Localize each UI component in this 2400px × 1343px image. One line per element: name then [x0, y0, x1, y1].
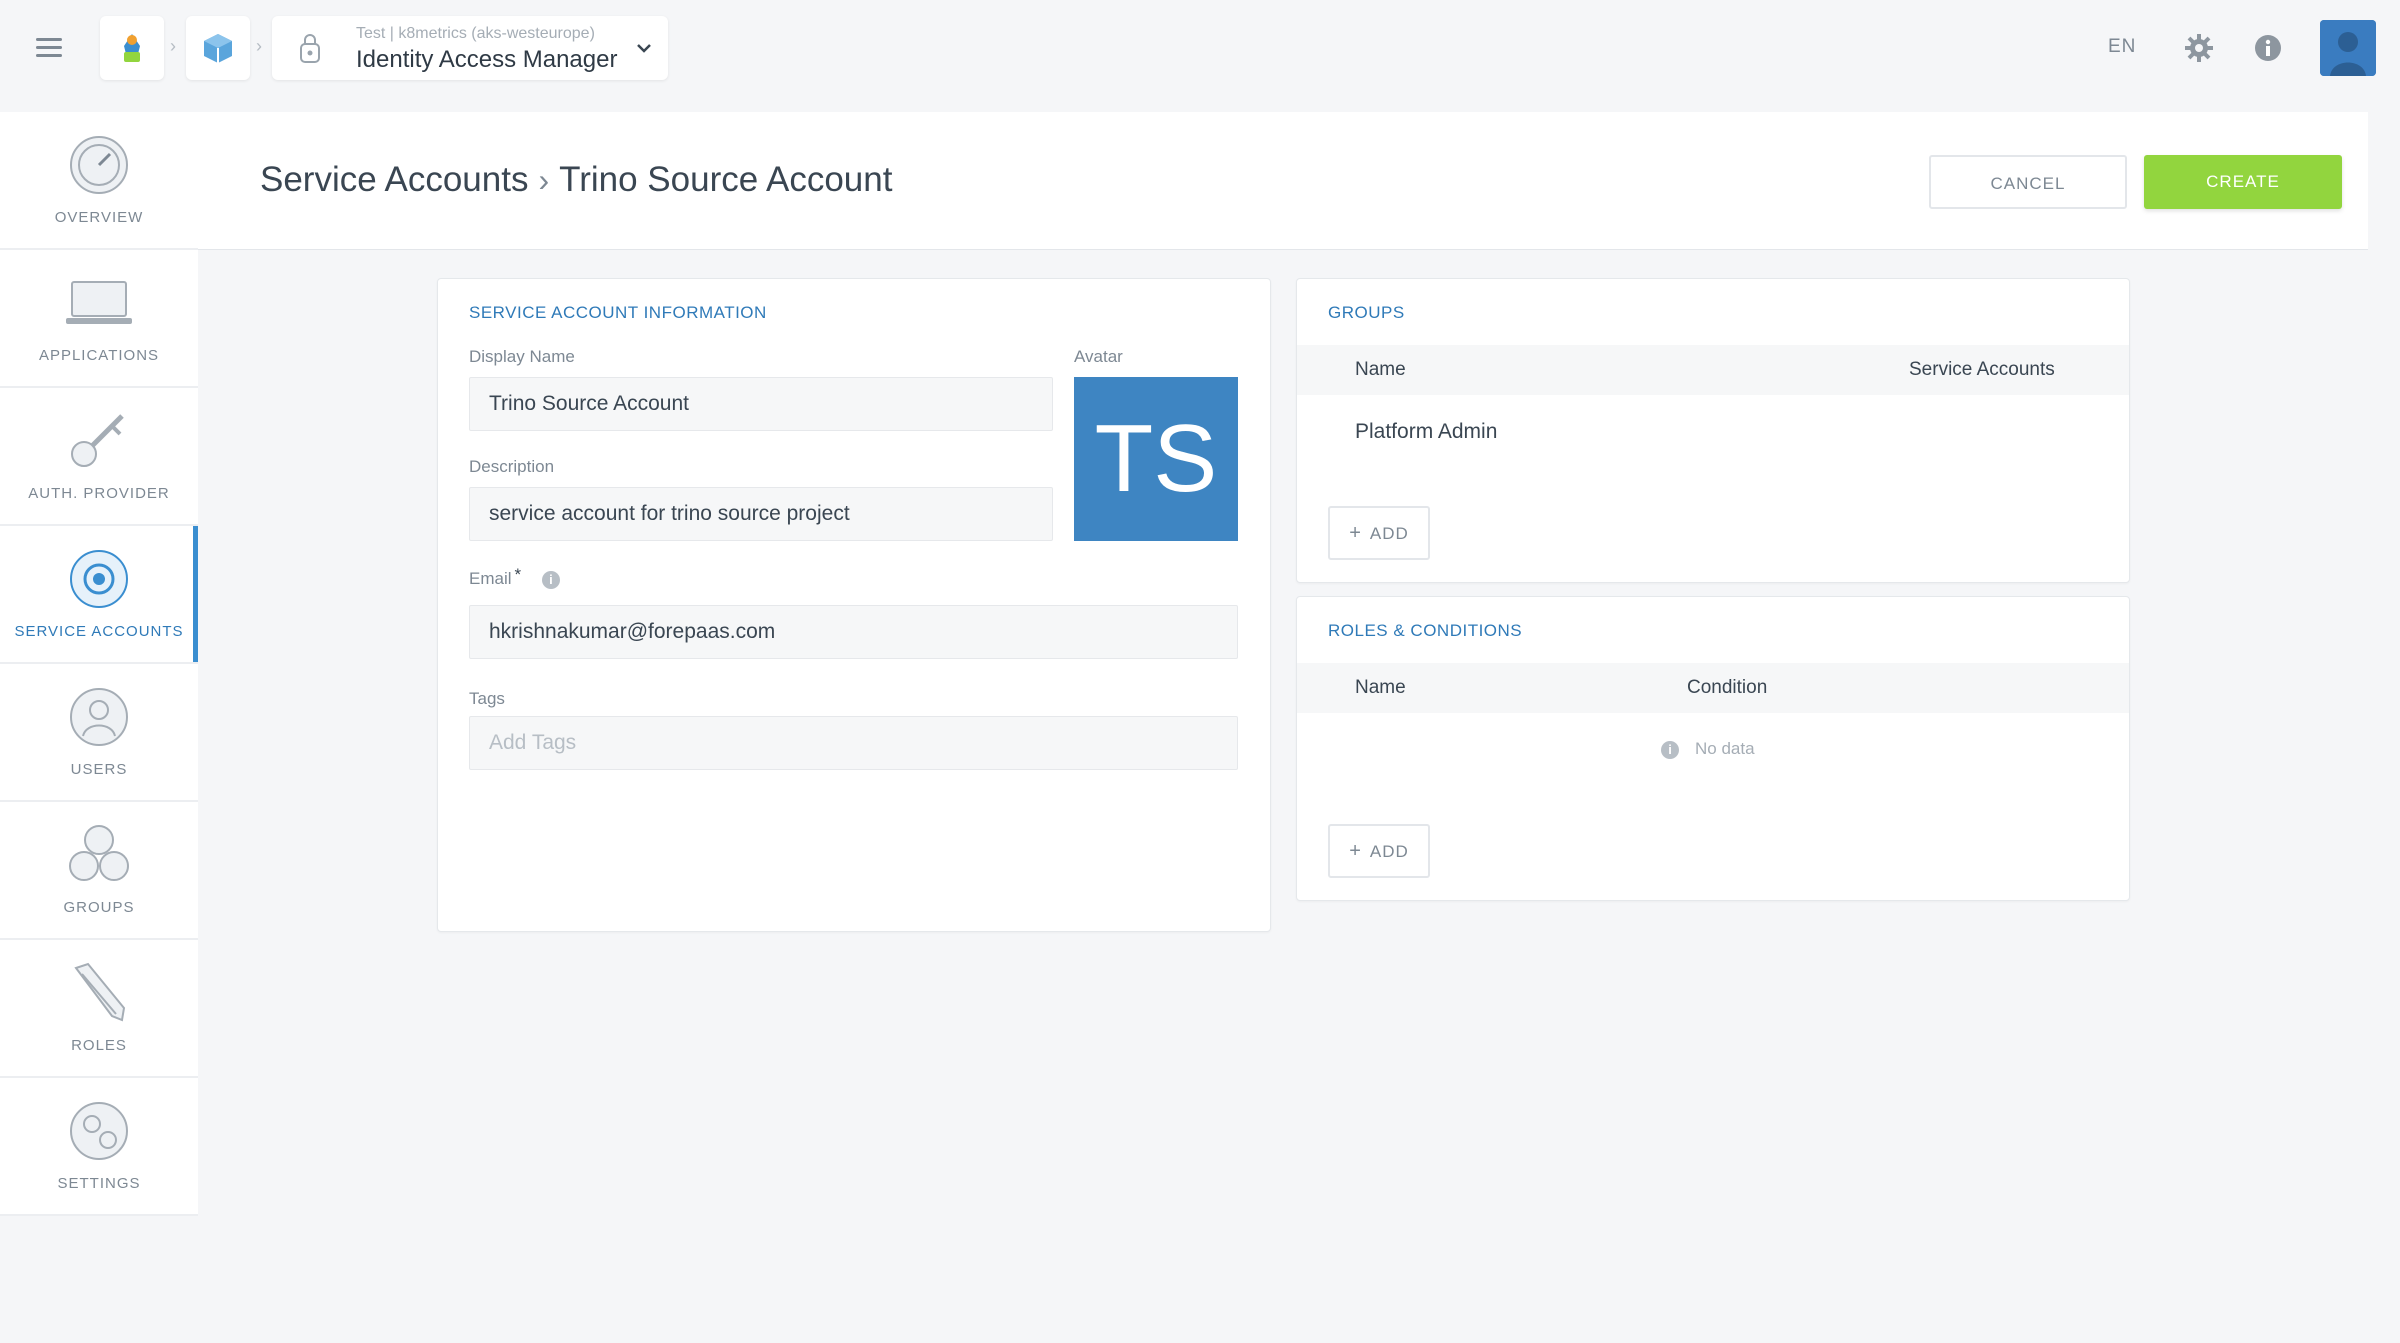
required-marker: * — [514, 565, 522, 584]
add-label: ADD — [1369, 524, 1409, 543]
service-accounts-icon — [70, 550, 128, 608]
groups-card: GROUPS Name Service Accounts Platform Ad… — [1296, 278, 2130, 583]
main-panel: Service Accounts › Trino Source Account CA… — [198, 112, 2368, 1343]
avatar-preview[interactable]: TS — [1074, 377, 1238, 541]
app-title: Identity Access Manager — [356, 46, 618, 73]
groups-table-header: Name Service Accounts — [1297, 345, 2129, 395]
display-name-label: Display Name — [469, 347, 575, 366]
breadcrumb: Service Accounts › Trino Source Account — [260, 160, 892, 200]
settings-icon — [70, 1102, 128, 1160]
gear-icon[interactable] — [2183, 32, 2215, 64]
tags-label: Tags — [469, 689, 505, 708]
chevron-right-icon: › — [256, 36, 262, 56]
sidebar-item-label: OVERVIEW — [54, 209, 144, 226]
plus-icon: + — [1349, 840, 1362, 862]
empty-state-text: No data — [1695, 739, 1755, 758]
avatar-label: Avatar — [1074, 347, 1123, 366]
app-selector[interactable]: Test | k8metrics (aks-westeurope) Identi… — [272, 16, 668, 80]
cancel-button[interactable]: CANCEL — [1929, 155, 2127, 209]
create-button[interactable]: CREATE — [2144, 155, 2342, 209]
card-title: ROLES & CONDITIONS — [1328, 621, 1523, 640]
sidebar-item-label: APPLICATIONS — [38, 347, 160, 364]
breadcrumb-parent-link[interactable]: Service Accounts — [260, 160, 528, 199]
cube-icon — [204, 34, 232, 63]
add-role-button[interactable]: + ADD — [1328, 824, 1430, 878]
email-label-row: Email * i — [469, 565, 560, 589]
page-title: Trino Source Account — [559, 160, 893, 199]
sidebar-item-settings[interactable]: SETTINGS — [0, 1078, 198, 1216]
info-icon: i — [1661, 740, 1679, 759]
project-button[interactable] — [186, 16, 250, 80]
sidebar-item-roles[interactable]: ROLES — [0, 940, 198, 1078]
add-label: ADD — [1369, 842, 1409, 861]
sidebar-item-service-accounts[interactable]: SERVICE ACCOUNTS — [0, 526, 198, 664]
chevron-down-icon[interactable] — [634, 38, 654, 58]
sidebar: OVERVIEW APPLICATIONS AUTH. PROVIDER SER… — [0, 112, 198, 1216]
overview-icon — [70, 136, 128, 194]
user-avatar[interactable] — [2320, 20, 2376, 76]
app-subtitle: Test | k8metrics (aks-westeurope) — [356, 25, 595, 42]
roles-conditions-card: ROLES & CONDITIONS Name Condition i No da… — [1296, 596, 2130, 901]
groups-icon — [69, 825, 129, 881]
sidebar-item-users[interactable]: USERS — [0, 664, 198, 802]
display-name-field[interactable]: Trino Source Account — [469, 377, 1053, 431]
email-field[interactable]: hkrishnakumar@forepaas.com — [469, 605, 1238, 659]
user-icon — [70, 688, 128, 746]
description-label: Description — [469, 457, 555, 476]
menu-icon[interactable] — [36, 38, 62, 58]
roles-table-header: Name Condition — [1297, 663, 2129, 713]
column-header-name: Name — [1355, 677, 1406, 698]
sidebar-item-label: USERS — [70, 761, 128, 778]
description-field[interactable]: service account for trino source project — [469, 487, 1053, 541]
add-group-button[interactable]: + ADD — [1328, 506, 1430, 560]
table-row[interactable]: Platform Admin — [1355, 420, 1497, 444]
empty-state: i No data — [1661, 739, 1755, 759]
key-icon — [71, 414, 124, 467]
fingerprint-lock-icon — [300, 34, 320, 63]
service-account-info-card: SERVICE ACCOUNT INFORMATION Display Name… — [437, 278, 1271, 932]
chevron-right-icon: › — [538, 162, 550, 198]
info-icon[interactable] — [2254, 34, 2282, 62]
column-header-service-accounts: Service Accounts — [1909, 359, 2055, 380]
sidebar-item-label: SETTINGS — [57, 1175, 141, 1192]
column-header-condition: Condition — [1687, 677, 1768, 698]
sidebar-item-label: ROLES — [71, 1037, 127, 1054]
laptop-icon — [66, 281, 132, 324]
platform-logo-button[interactable] — [100, 16, 164, 80]
info-icon[interactable]: i — [541, 570, 560, 589]
column-header-name: Name — [1355, 359, 1406, 380]
sidebar-item-label: AUTH. PROVIDER — [28, 485, 170, 502]
sidebar-item-label: GROUPS — [63, 899, 135, 916]
language-selector[interactable]: EN — [2108, 36, 2136, 58]
sidebar-item-groups[interactable]: GROUPS — [0, 802, 198, 940]
tags-input[interactable]: Add Tags — [469, 716, 1238, 770]
platform-logo-icon — [124, 34, 140, 62]
user-avatar-icon — [2320, 20, 2376, 76]
sidebar-item-label: SERVICE ACCOUNTS — [14, 623, 184, 640]
card-title: GROUPS — [1328, 303, 1405, 322]
top-bar: › › Test | k8metrics (aks-westeurope) Id… — [0, 0, 2400, 98]
email-label: Email — [469, 569, 512, 588]
chevron-right-icon: › — [170, 36, 176, 56]
sidebar-item-auth-provider[interactable]: AUTH. PROVIDER — [0, 388, 198, 526]
plus-icon: + — [1349, 522, 1362, 544]
page-header: Service Accounts › Trino Source Account CA… — [198, 112, 2368, 250]
pencil-icon — [74, 962, 126, 1022]
sidebar-item-overview[interactable]: OVERVIEW — [0, 112, 198, 250]
sidebar-item-applications[interactable]: APPLICATIONS — [0, 250, 198, 388]
card-title: SERVICE ACCOUNT INFORMATION — [469, 303, 767, 322]
